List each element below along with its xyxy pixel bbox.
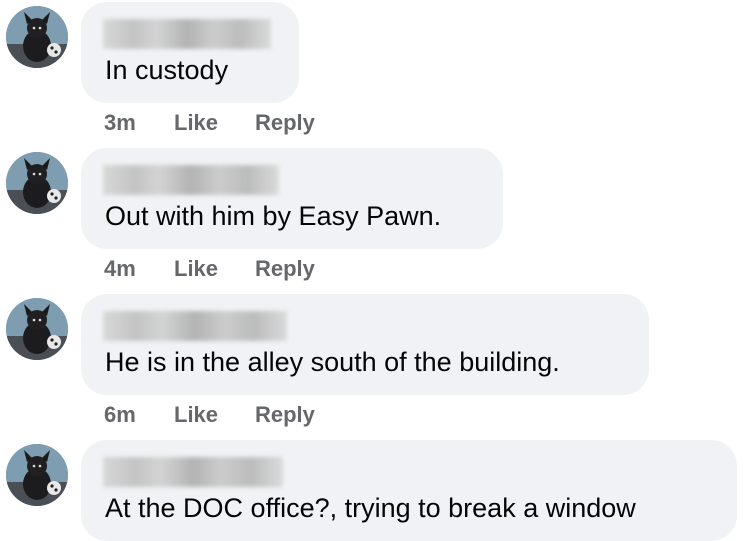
dog-avatar-icon xyxy=(6,152,68,214)
dog-avatar-icon xyxy=(6,298,68,360)
like-button[interactable]: Like xyxy=(174,256,218,282)
avatar[interactable] xyxy=(6,152,68,214)
comment-timestamp: 3m xyxy=(104,110,136,135)
comment-timestamp: 6m xyxy=(104,402,136,427)
comment-bubble[interactable]: At the DOC office?, trying to break a wi… xyxy=(81,440,737,541)
redacted-author-name xyxy=(103,165,279,195)
comment-text: Out with him by Easy Pawn. xyxy=(105,201,442,231)
redacted-author-name xyxy=(103,19,271,49)
avatar[interactable] xyxy=(6,6,68,68)
comment-bubble[interactable]: In custody xyxy=(81,2,299,103)
like-button[interactable]: Like xyxy=(174,110,218,136)
dog-avatar-icon xyxy=(6,444,68,506)
redacted-author-name xyxy=(103,457,283,487)
comment-text: In custody xyxy=(105,55,229,85)
comment-text: He is in the alley south of the building… xyxy=(105,347,560,377)
avatar[interactable] xyxy=(6,444,68,506)
comment-bubble[interactable]: He is in the alley south of the building… xyxy=(81,294,649,395)
comment-timestamp: 4m xyxy=(104,256,136,281)
comment-bubble[interactable]: Out with him by Easy Pawn. xyxy=(81,148,503,249)
avatar[interactable] xyxy=(6,298,68,360)
dog-avatar-icon xyxy=(6,6,68,68)
reply-button[interactable]: Reply xyxy=(255,110,315,136)
like-button[interactable]: Like xyxy=(174,402,218,428)
comment-text: At the DOC office?, trying to break a wi… xyxy=(105,493,636,523)
reply-button[interactable]: Reply xyxy=(255,256,315,282)
redacted-author-name xyxy=(103,311,287,341)
reply-button[interactable]: Reply xyxy=(255,402,315,428)
